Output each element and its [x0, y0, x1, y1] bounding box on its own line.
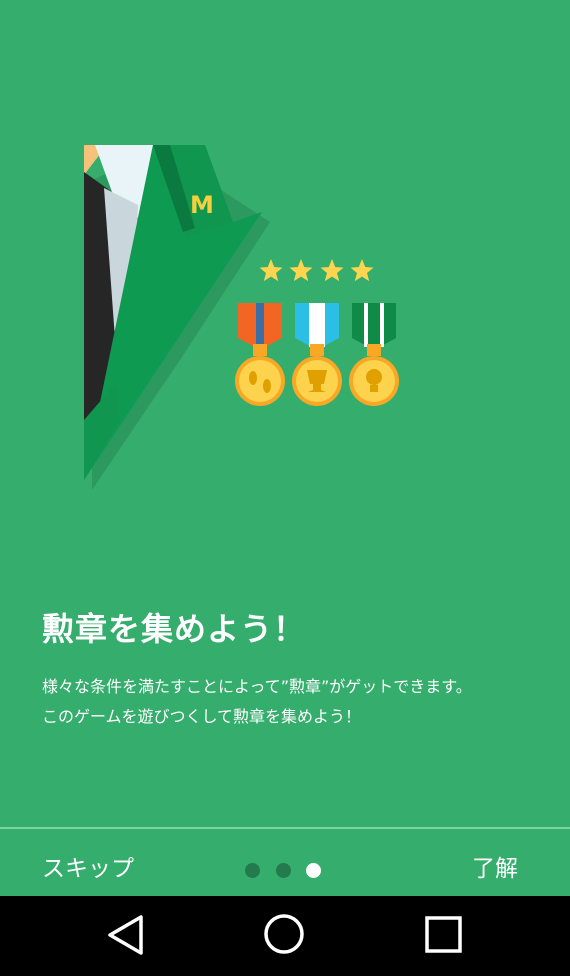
star-icon	[350, 259, 374, 282]
rating-stars	[259, 259, 374, 282]
lightbulb-base	[370, 385, 378, 392]
home-button[interactable]	[244, 896, 324, 972]
ribbon-stripe	[256, 303, 264, 347]
back-button[interactable]	[85, 896, 165, 972]
ok-button[interactable]: 了解	[472, 852, 518, 886]
star-icon	[259, 259, 283, 282]
star-icon	[320, 259, 344, 282]
page-dot	[245, 863, 260, 878]
ribbon-stripe	[309, 303, 325, 347]
recent-apps-icon	[425, 916, 462, 953]
recent-apps-button[interactable]	[404, 896, 484, 972]
illustration: M	[84, 145, 399, 490]
ribbon	[352, 303, 396, 350]
home-icon	[264, 914, 304, 954]
footprint-icon	[263, 379, 271, 393]
system-navigation-bar	[0, 896, 570, 972]
medal-lightbulb	[349, 303, 399, 406]
medal-trophy	[292, 303, 342, 406]
back-icon	[108, 915, 143, 955]
medal-face	[239, 360, 281, 402]
medal-clasp	[367, 344, 381, 356]
description: 様々な条件を満たすことによって”勲章”がゲットできます。 このゲームを遊びつくし…	[42, 672, 472, 732]
medal-footprints	[235, 303, 285, 406]
onboarding-screen: M 勲章を集めよう！ 様々な条件を満たすことによって”勲章”がゲットできます。 …	[0, 0, 570, 896]
skip-button[interactable]: スキップ	[42, 852, 134, 886]
page-dot-active	[306, 863, 321, 878]
footprint-icon	[249, 371, 257, 385]
medal-clasp	[310, 344, 324, 356]
lightbulb-icon	[366, 369, 382, 385]
ribbon-stripe	[364, 303, 368, 347]
medal-clasp	[253, 344, 267, 356]
footer-divider	[0, 827, 570, 829]
page-title: 勲章を集めよう！	[42, 610, 307, 648]
star-icon	[289, 259, 313, 282]
description-line: 様々な条件を満たすことによって”勲章”がゲットできます。	[42, 677, 472, 696]
ribbon-stripe	[380, 303, 384, 347]
page-dot	[276, 863, 291, 878]
description-line: このゲームを遊びつくして勲章を集めよう！	[42, 707, 362, 726]
badge-letter: M	[190, 191, 214, 219]
